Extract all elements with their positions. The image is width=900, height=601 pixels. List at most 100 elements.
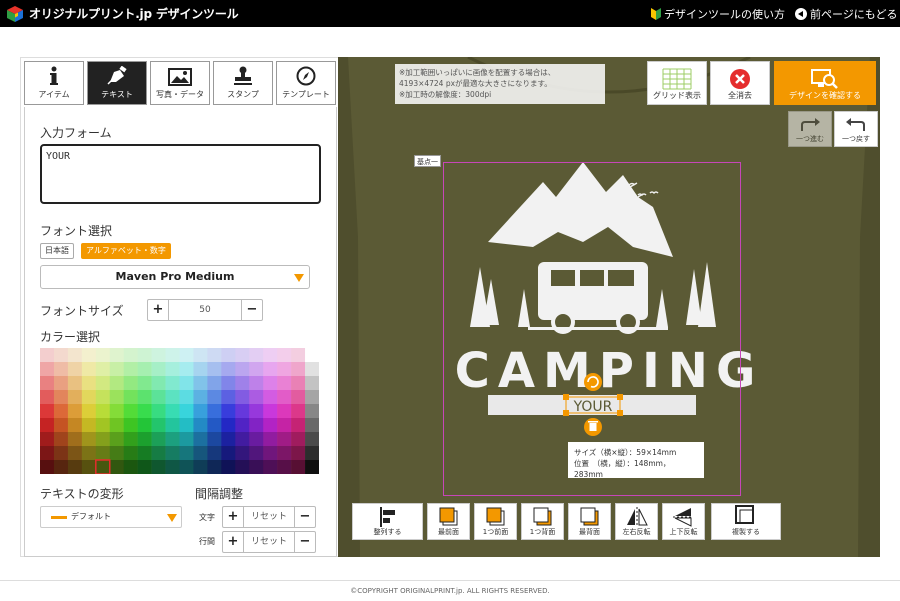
color-swatch[interactable] (109, 404, 124, 419)
color-swatch[interactable] (165, 390, 180, 405)
color-swatch[interactable] (249, 446, 264, 461)
confirm-design-button[interactable]: デザインを確認する (774, 61, 876, 105)
color-swatch[interactable] (53, 460, 69, 474)
color-swatch[interactable] (109, 432, 124, 447)
font-size-decrease-button[interactable]: − (242, 300, 262, 320)
color-swatch[interactable] (53, 362, 69, 377)
bring-front-button[interactable]: 最前面 (427, 503, 470, 540)
color-swatch[interactable] (207, 460, 222, 474)
color-swatch[interactable] (193, 376, 208, 391)
color-swatch[interactable] (40, 446, 55, 461)
grid-toggle-button[interactable]: グリッド表示 (647, 61, 707, 105)
color-swatch[interactable] (151, 418, 166, 433)
color-swatch[interactable] (123, 460, 138, 474)
color-swatch[interactable] (193, 390, 208, 405)
send-back-button[interactable]: 最背面 (568, 503, 611, 540)
color-swatch[interactable] (179, 418, 194, 433)
redo-button[interactable]: 一つ進む (788, 111, 832, 147)
color-swatch[interactable] (291, 446, 306, 461)
color-swatch[interactable] (193, 362, 208, 377)
color-swatch[interactable] (123, 418, 138, 433)
color-swatch[interactable] (109, 460, 124, 474)
color-swatch[interactable] (109, 362, 124, 377)
color-swatch[interactable] (137, 418, 152, 433)
color-swatch[interactable] (151, 348, 166, 363)
color-swatch[interactable] (221, 390, 236, 405)
color-swatch[interactable] (235, 404, 250, 419)
color-swatch[interactable] (305, 460, 319, 474)
char-spacing-decrease-button[interactable]: − (295, 507, 315, 527)
color-palette[interactable] (40, 348, 319, 474)
color-swatch[interactable] (277, 432, 292, 447)
color-swatch[interactable] (179, 432, 194, 447)
color-swatch[interactable] (179, 446, 194, 461)
color-swatch[interactable] (291, 376, 306, 391)
color-swatch[interactable] (263, 390, 278, 405)
bring-forward-button[interactable]: 1つ前面 (474, 503, 517, 540)
color-swatch[interactable] (40, 432, 55, 447)
color-swatch[interactable] (263, 404, 278, 419)
font-dropdown[interactable]: Maven Pro Medium (40, 265, 310, 289)
text-input[interactable]: YOUR (40, 144, 321, 204)
color-swatch[interactable] (193, 460, 208, 474)
color-swatch[interactable] (291, 348, 306, 363)
color-swatch[interactable] (81, 362, 97, 377)
color-swatch[interactable] (305, 418, 319, 433)
color-swatch[interactable] (165, 432, 180, 447)
color-swatch[interactable] (137, 432, 152, 447)
color-swatch[interactable] (137, 348, 152, 363)
color-swatch[interactable] (263, 362, 278, 377)
color-swatch[interactable] (67, 418, 83, 433)
color-swatch[interactable] (249, 432, 264, 447)
color-swatch[interactable] (67, 348, 83, 363)
flip-vertical-button[interactable]: 上下反転 (662, 503, 705, 540)
color-swatch[interactable] (109, 446, 124, 461)
color-swatch[interactable] (249, 418, 264, 433)
color-swatch[interactable] (277, 418, 292, 433)
tab-stamp[interactable]: スタンプ (213, 61, 273, 105)
color-swatch[interactable] (137, 446, 152, 461)
color-swatch[interactable] (165, 376, 180, 391)
text-warp-dropdown[interactable]: デフォルト (40, 506, 182, 528)
char-spacing-reset-button[interactable]: リセット (243, 507, 295, 527)
color-swatch[interactable] (81, 460, 97, 474)
color-swatch[interactable] (95, 404, 111, 419)
color-swatch[interactable] (193, 404, 208, 419)
color-swatch[interactable] (263, 460, 278, 474)
color-swatch[interactable] (137, 390, 152, 405)
color-swatch[interactable] (179, 348, 194, 363)
color-swatch[interactable] (53, 348, 69, 363)
color-swatch[interactable] (193, 432, 208, 447)
undo-button[interactable]: 一つ戻す (834, 111, 878, 147)
color-swatch[interactable] (81, 404, 97, 419)
logo[interactable]: オリジナルプリント.jp デザインツール (6, 4, 239, 23)
color-swatch[interactable] (67, 362, 83, 377)
color-swatch[interactable] (109, 390, 124, 405)
color-swatch[interactable] (123, 376, 138, 391)
color-swatch[interactable] (291, 460, 306, 474)
color-swatch[interactable] (40, 404, 55, 419)
color-swatch[interactable] (109, 418, 124, 433)
color-swatch[interactable] (67, 404, 83, 419)
color-swatch[interactable] (67, 390, 83, 405)
color-swatch[interactable] (165, 418, 180, 433)
color-swatch[interactable] (151, 362, 166, 377)
color-swatch[interactable] (53, 376, 69, 391)
color-swatch[interactable] (277, 362, 292, 377)
color-swatch[interactable] (137, 404, 152, 419)
color-swatch[interactable] (67, 460, 83, 474)
tab-text[interactable]: テキスト (87, 61, 147, 105)
color-swatch[interactable] (305, 404, 319, 419)
color-swatch[interactable] (81, 432, 97, 447)
color-swatch[interactable] (40, 348, 55, 363)
tab-template[interactable]: テンプレート (276, 61, 336, 105)
color-swatch[interactable] (137, 460, 152, 474)
color-swatch[interactable] (109, 348, 124, 363)
color-swatch[interactable] (249, 362, 264, 377)
color-swatch[interactable] (291, 362, 306, 377)
color-swatch[interactable] (235, 432, 250, 447)
color-swatch[interactable] (235, 460, 250, 474)
font-size-increase-button[interactable]: + (148, 300, 168, 320)
color-swatch[interactable] (277, 376, 292, 391)
color-swatch[interactable] (95, 418, 111, 433)
